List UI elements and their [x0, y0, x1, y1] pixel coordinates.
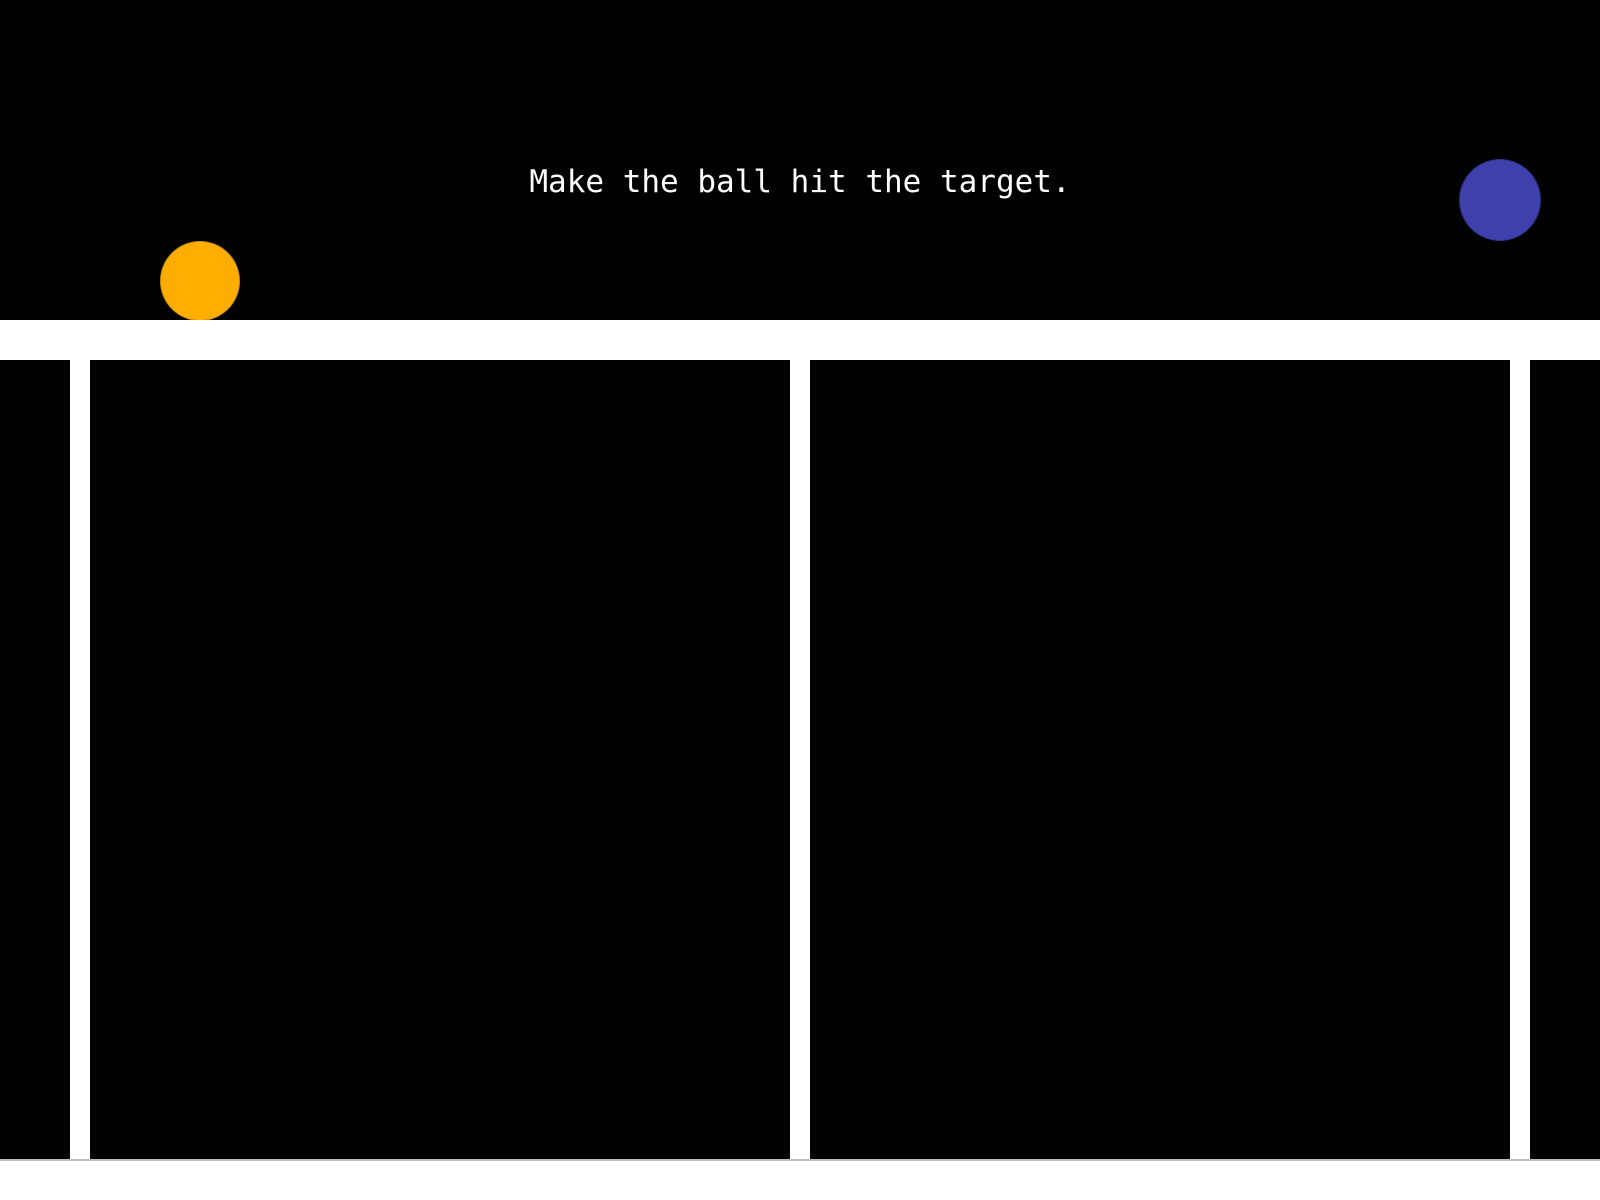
target — [1459, 159, 1541, 241]
game-stage[interactable]: Make the ball hit the target. — [0, 0, 1600, 1200]
pit-left-edge — [0, 360, 70, 1159]
pit-right-edge — [1530, 360, 1600, 1159]
pit-left — [90, 360, 790, 1159]
ball[interactable] — [160, 241, 240, 321]
pit-right — [810, 360, 1510, 1159]
floor-line — [0, 1159, 1600, 1161]
white-ledge — [0, 320, 1600, 360]
instruction-text: Make the ball hit the target. — [529, 164, 1071, 200]
game-background — [0, 0, 1600, 320]
